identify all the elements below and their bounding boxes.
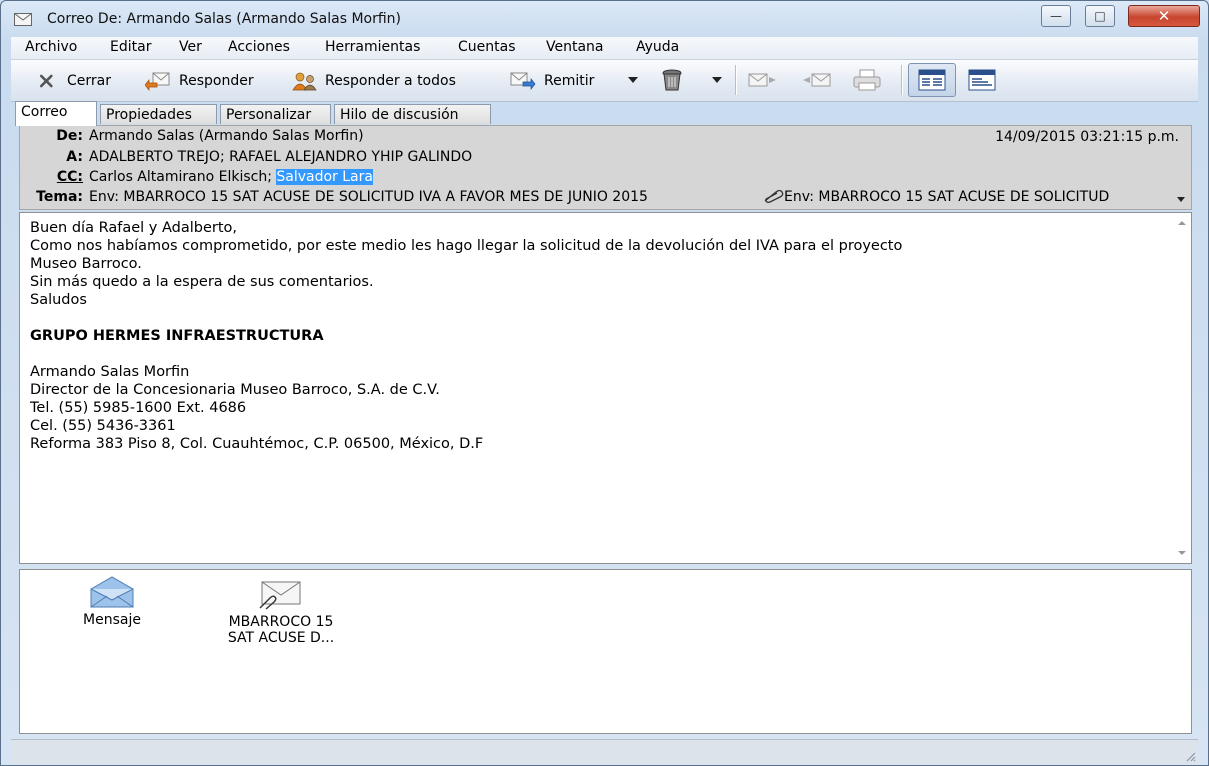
attachments-pane: Mensaje MBARROCO 15 SAT ACUSE D... (19, 569, 1192, 734)
forward-button[interactable]: Remitir (510, 68, 594, 94)
message-date: 14/09/2015 03:21:15 p.m. (995, 129, 1179, 145)
cc-recipients: Carlos Altamirano Elkisch; (89, 169, 277, 185)
reply-all-button[interactable]: Responder a todos (291, 68, 456, 94)
body-line-company: GRUPO HERMES INFRAESTRUCTURA (30, 328, 324, 344)
body-line: Sin más quedo a la espera de sus comenta… (30, 274, 374, 290)
message-header: De: Armando Salas (Armando Salas Morfin)… (19, 125, 1192, 210)
attachment-message[interactable]: Mensaje (72, 576, 152, 628)
reply-button[interactable]: Responder (145, 68, 254, 94)
reply-label: Responder (179, 73, 254, 89)
close-message-label: Cerrar (67, 73, 111, 89)
body-line (30, 309, 1160, 327)
body-line: Buen día Rafael y Adalberto, (30, 220, 238, 236)
x-icon (39, 74, 53, 88)
menu-bar: Archivo Editar Ver Acciones Herramientas… (11, 37, 1198, 60)
attachment-forwarded-label-line1: MBARROCO 15 (228, 614, 334, 630)
attachment-summary[interactable]: Env: MBARROCO 15 SAT ACUSE DE SOLICITUD (762, 189, 1109, 205)
window-title: Correo De: Armando Salas (Armando Salas … (47, 11, 402, 27)
from-label: De: (56, 128, 83, 144)
attachment-message-label: Mensaje (83, 612, 141, 628)
toolbar: Cerrar Responder Responder a todos Remit… (11, 60, 1198, 102)
body-line: Armando Salas Morfin (30, 364, 190, 380)
body-line: Como nos habíamos comprometido, por este… (30, 238, 903, 254)
cc-selected-recipient[interactable]: Salvador Lara (276, 169, 373, 185)
message-body[interactable]: Buen día Rafael y Adalberto, Como nos ha… (19, 212, 1192, 564)
status-bar (11, 739, 1198, 764)
toolbar-separator (735, 65, 736, 95)
menu-ayuda[interactable]: Ayuda (636, 39, 679, 55)
menu-archivo[interactable]: Archivo (25, 39, 77, 55)
envelope-attachment-icon (259, 581, 301, 610)
reading-view-icon (918, 69, 946, 91)
toolbar-separator (901, 65, 902, 95)
body-line (30, 345, 1160, 363)
reply-icon (145, 72, 170, 91)
forward-icon (510, 72, 536, 90)
body-line: Reforma 383 Piso 8, Col. Cuauhtémoc, C.P… (30, 436, 484, 452)
from-value[interactable]: Armando Salas (Armando Salas Morfin) (89, 128, 364, 144)
forward-dropdown-arrow[interactable] (628, 77, 638, 83)
reply-all-label: Responder a todos (325, 73, 456, 89)
next-message-icon[interactable] (747, 69, 779, 91)
subject-label: Tema: (36, 189, 83, 205)
tab-personalizar[interactable]: Personalizar (220, 104, 331, 124)
body-line: Tel. (55) 5985-1600 Ext. 4686 (30, 400, 247, 416)
menu-ventana[interactable]: Ventana (546, 39, 604, 55)
header-view-toggle[interactable] (958, 63, 1006, 97)
mail-window: Correo De: Armando Salas (Armando Salas … (0, 0, 1209, 766)
close-window-button[interactable]: ✕ (1128, 5, 1200, 27)
maximize-button[interactable]: □ (1085, 5, 1115, 27)
delete-dropdown-arrow[interactable] (712, 77, 722, 83)
tab-hilo-de-discusion[interactable]: Hilo de discusión (334, 104, 491, 124)
attachment-dropdown-arrow[interactable] (1177, 197, 1185, 202)
body-line: Director de la Concesionaria Museo Barro… (30, 382, 440, 398)
menu-herramientas[interactable]: Herramientas (325, 39, 420, 55)
header-view-icon (968, 69, 996, 91)
cc-label[interactable]: CC: (30, 169, 83, 185)
tab-strip: Correo Propiedades Personalizar Hilo de … (11, 101, 1198, 126)
trash-icon[interactable] (659, 67, 685, 93)
scroll-up-arrow[interactable] (1178, 221, 1186, 225)
to-value[interactable]: ADALBERTO TREJO; RAFAEL ALEJANDRO YHIP G… (89, 149, 472, 165)
printer-icon[interactable] (851, 68, 883, 92)
body-scrollbar[interactable] (1173, 213, 1191, 563)
previous-message-icon[interactable] (800, 69, 832, 91)
to-label: A: (66, 149, 83, 165)
cc-value[interactable]: Carlos Altamirano Elkisch; Salvador Lara (89, 169, 373, 185)
title-bar: Correo De: Armando Salas (Armando Salas … (1, 1, 1208, 37)
subject-value: Env: MBARROCO 15 SAT ACUSE DE SOLICITUD … (89, 189, 648, 205)
scroll-down-arrow[interactable] (1178, 551, 1186, 555)
body-line: Museo Barroco. (30, 256, 142, 272)
reading-view-toggle[interactable] (908, 63, 956, 97)
body-line: Cel. (55) 5436-3361 (30, 418, 176, 434)
attachment-forwarded-label-line2: SAT ACUSE D... (227, 630, 335, 646)
attachment-summary-text: Env: MBARROCO 15 SAT ACUSE DE SOLICITUD (784, 189, 1110, 205)
menu-ver[interactable]: Ver (179, 39, 202, 55)
close-message-button[interactable]: Cerrar (37, 68, 111, 94)
resize-grip-icon[interactable] (1184, 750, 1196, 762)
paperclip-icon (764, 189, 784, 203)
message-body-text: Buen día Rafael y Adalberto, Como nos ha… (30, 219, 1160, 453)
reply-all-icon (292, 72, 317, 91)
forward-label: Remitir (544, 73, 595, 89)
menu-editar[interactable]: Editar (110, 39, 151, 55)
tab-correo[interactable]: Correo (15, 101, 97, 126)
envelope-icon (14, 13, 32, 26)
attachment-forwarded-mail[interactable]: MBARROCO 15 SAT ACUSE D... (216, 580, 346, 646)
open-envelope-icon (90, 576, 134, 608)
menu-acciones[interactable]: Acciones (228, 39, 290, 55)
tab-propiedades[interactable]: Propiedades (100, 104, 217, 124)
minimize-button[interactable]: — (1041, 5, 1071, 27)
body-line: Saludos (30, 292, 87, 308)
menu-cuentas[interactable]: Cuentas (458, 39, 516, 55)
